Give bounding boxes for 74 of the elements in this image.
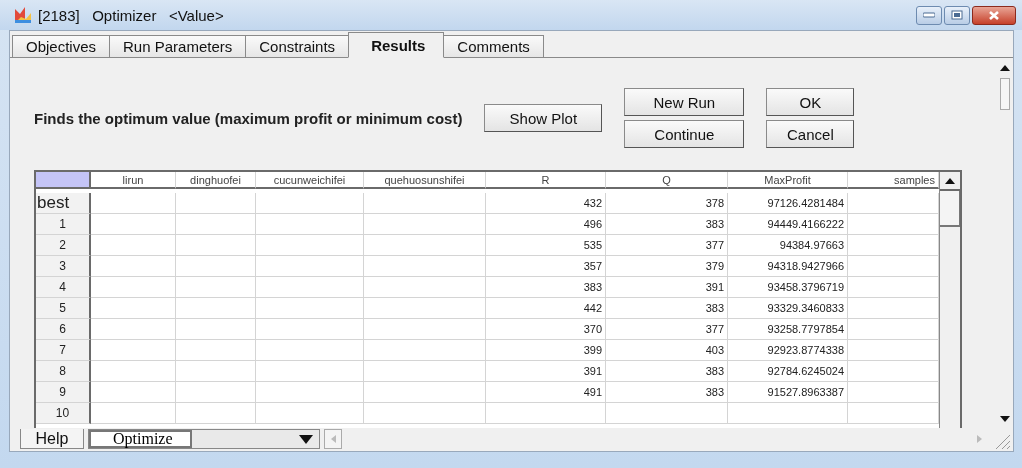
mode-dropdown[interactable]: Optimize xyxy=(88,429,320,449)
table-cell: 377 xyxy=(606,319,728,340)
column-header: cucunweichifei xyxy=(256,172,364,189)
table-cell: 399 xyxy=(486,340,606,361)
column-header: Q xyxy=(606,172,728,189)
row-header: 6 xyxy=(36,319,91,340)
table-cell: 391 xyxy=(486,361,606,382)
table-cell: 93258.7797854 xyxy=(728,319,848,340)
row-header: 7 xyxy=(36,340,91,361)
tab[interactable]: Run Parameters xyxy=(109,35,247,57)
table-cell: 91527.8963387 xyxy=(728,382,848,403)
description-text: Finds the optimum value (maximum profit or minimum cost) xyxy=(34,109,463,127)
tab[interactable]: Constraints xyxy=(245,35,350,57)
table-cell: 92923.8774338 xyxy=(728,340,848,361)
column-header: dinghuofei xyxy=(176,172,256,189)
cancel-button[interactable]: Cancel xyxy=(766,120,855,148)
table-cell: 383 xyxy=(606,298,728,319)
scrollbar-thumb[interactable] xyxy=(940,191,960,227)
minimize-button[interactable] xyxy=(916,5,942,25)
tab[interactable]: Comments xyxy=(443,35,544,57)
corner-cell[interactable] xyxy=(36,172,91,189)
table-cell: 383 xyxy=(606,214,728,235)
help-button[interactable]: Help xyxy=(20,429,84,449)
column-header: lirun xyxy=(91,172,176,189)
table-cell: 92784.6245024 xyxy=(728,361,848,382)
table-cell: 383 xyxy=(486,277,606,298)
table-cell: 442 xyxy=(486,298,606,319)
table-cell: 94318.9427966 xyxy=(728,256,848,277)
row-header: 5 xyxy=(36,298,91,319)
table-cell: 93458.3796719 xyxy=(728,277,848,298)
table-cell: 94384.97663 xyxy=(728,235,848,256)
column-header: quehuosunshifei xyxy=(364,172,486,189)
show-plot-button[interactable]: Show Plot xyxy=(484,104,603,132)
continue-button[interactable]: Continue xyxy=(624,120,745,148)
row-header: 8 xyxy=(36,361,91,382)
table-cell: 93329.3460833 xyxy=(728,298,848,319)
table-cell: 491 xyxy=(486,382,606,403)
row-header: 4 xyxy=(36,277,91,298)
window-title: [2183] Optimizer <Value> xyxy=(38,6,224,24)
row-header: best xyxy=(36,193,91,214)
close-button[interactable] xyxy=(972,5,1016,25)
table-cell: 378 xyxy=(606,193,728,214)
new-run-button[interactable]: New Run xyxy=(624,88,745,116)
table-cell: 94449.4166222 xyxy=(728,214,848,235)
table-cell: 357 xyxy=(486,256,606,277)
row-header: 9 xyxy=(36,382,91,403)
table-cell: 432 xyxy=(486,193,606,214)
table-cell: 377 xyxy=(606,235,728,256)
minimize-icon xyxy=(923,12,935,18)
close-icon xyxy=(988,9,1000,21)
maximize-button[interactable] xyxy=(944,5,970,25)
dropdown-arrow-icon xyxy=(299,434,313,444)
table-cell: 535 xyxy=(486,235,606,256)
column-header: MaxProfit xyxy=(728,172,848,189)
scrollbar-thumb[interactable] xyxy=(1000,78,1010,110)
ok-button[interactable]: OK xyxy=(766,88,855,116)
row-header: 1 xyxy=(36,214,91,235)
maximize-icon xyxy=(951,10,963,20)
table-cell: 383 xyxy=(606,361,728,382)
scroll-left-icon[interactable] xyxy=(324,429,342,449)
table-cell: 496 xyxy=(486,214,606,235)
tab[interactable]: Results xyxy=(348,32,445,58)
row-header: 3 xyxy=(36,256,91,277)
column-header: R xyxy=(486,172,606,189)
app-icon xyxy=(14,6,32,24)
table-cell: 97126.4281484 xyxy=(728,193,848,214)
table-cell: 379 xyxy=(606,256,728,277)
row-header: 2 xyxy=(36,235,91,256)
table-cell: 383 xyxy=(606,382,728,403)
table-cell: 403 xyxy=(606,340,728,361)
table-cell: 391 xyxy=(606,277,728,298)
row-header: 10 xyxy=(36,403,91,424)
table-cell: 370 xyxy=(486,319,606,340)
tab[interactable]: Objectives xyxy=(12,35,111,57)
